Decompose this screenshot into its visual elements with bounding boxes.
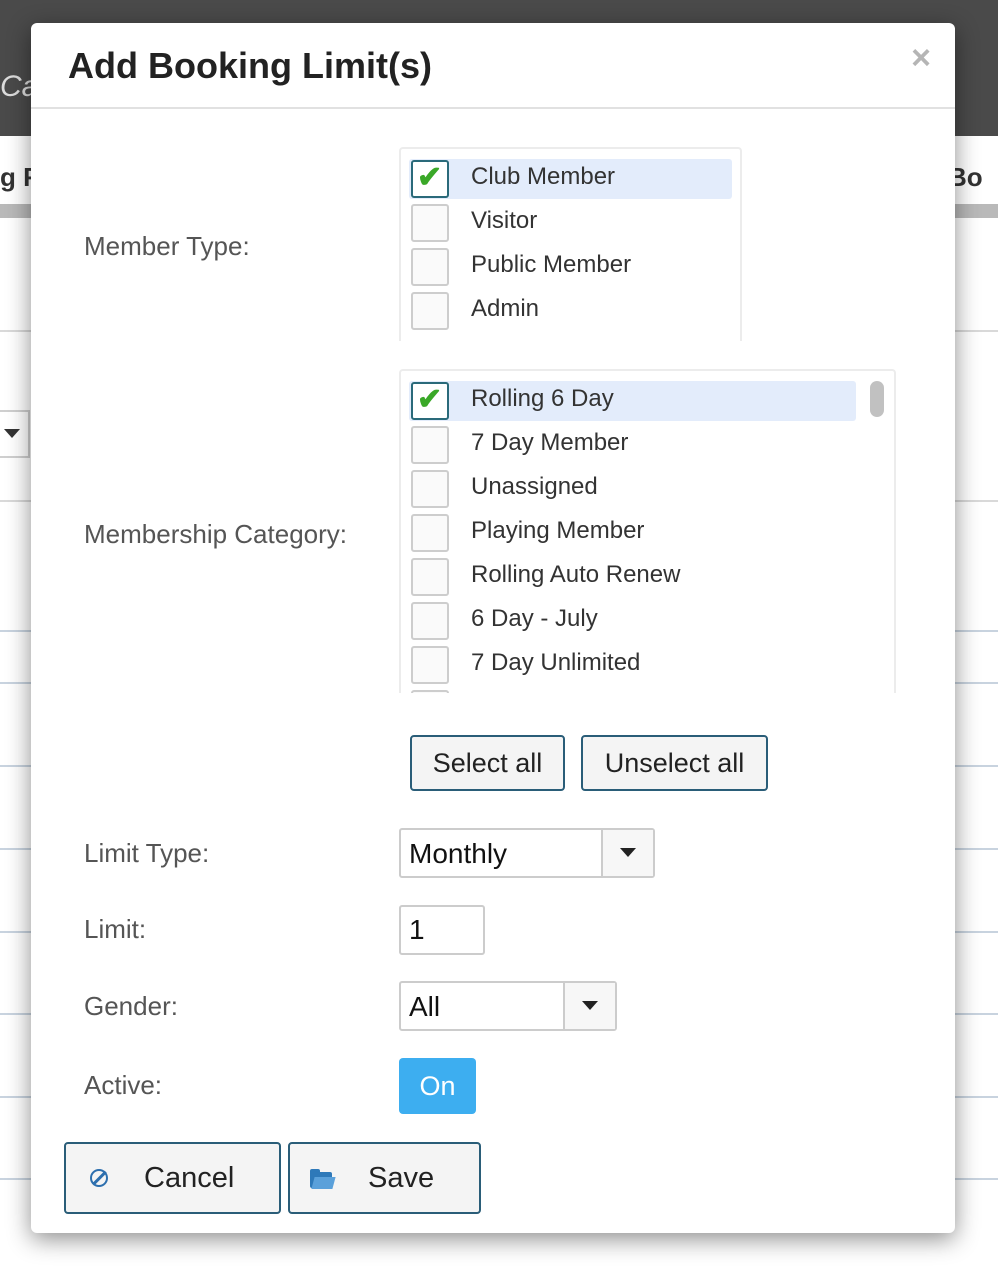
background-row-line bbox=[955, 1178, 998, 1180]
checkbox[interactable] bbox=[411, 690, 449, 693]
checkbox[interactable] bbox=[411, 292, 449, 330]
dialog-header: Add Booking Limit(s) × bbox=[31, 23, 955, 109]
background-row-line bbox=[0, 1096, 31, 1098]
folder-open-icon bbox=[310, 1169, 336, 1189]
membership-category-option[interactable]: Playing Member bbox=[409, 513, 856, 553]
option-label: Public Member bbox=[471, 251, 632, 278]
background-row-line bbox=[0, 1013, 31, 1015]
ban-icon bbox=[90, 1169, 108, 1187]
member-type-option[interactable]: ✔ Club Member bbox=[409, 159, 732, 199]
active-toggle[interactable]: On bbox=[399, 1058, 476, 1114]
gender-select[interactable]: All bbox=[399, 981, 617, 1031]
list-scrollbar[interactable] bbox=[868, 377, 888, 693]
membership-category-option[interactable]: Rolling Auto Renew bbox=[409, 557, 856, 597]
checkbox[interactable] bbox=[411, 602, 449, 640]
option-label: Playing Member bbox=[471, 517, 645, 544]
background-row-line bbox=[0, 682, 31, 684]
background-row-line bbox=[955, 630, 998, 632]
unselect-all-button[interactable]: Unselect all bbox=[581, 735, 768, 791]
save-label: Save bbox=[368, 1162, 435, 1194]
background-row-line bbox=[0, 848, 31, 850]
member-type-option[interactable]: Public Member bbox=[409, 247, 732, 287]
background-tab-underline bbox=[955, 204, 998, 218]
checkbox[interactable] bbox=[411, 558, 449, 596]
limit-label: Limit: bbox=[84, 914, 147, 944]
background-row-line bbox=[0, 630, 31, 632]
select-all-button[interactable]: Select all bbox=[410, 735, 565, 791]
background-divider bbox=[955, 330, 998, 332]
background-row-line bbox=[0, 765, 31, 767]
checkbox[interactable]: ✔ bbox=[411, 160, 449, 198]
chevron-down-icon bbox=[620, 848, 636, 857]
checkbox[interactable]: ✔ bbox=[411, 382, 449, 420]
option-label: Unassigned bbox=[471, 473, 598, 500]
checkbox[interactable] bbox=[411, 248, 449, 286]
background-row-line bbox=[955, 931, 998, 933]
option-label: 6 Day - July bbox=[471, 605, 598, 632]
background-tab-underline bbox=[0, 204, 31, 218]
limit-type-value: Monthly bbox=[409, 838, 508, 869]
checkbox[interactable] bbox=[411, 470, 449, 508]
member-type-list[interactable]: ✔ Club Member Visitor Public Member Admi… bbox=[399, 147, 742, 341]
close-icon[interactable]: × bbox=[904, 41, 938, 75]
background-row-line bbox=[0, 1178, 31, 1180]
gender-label: Gender: bbox=[84, 991, 178, 1021]
background-row-line bbox=[955, 848, 998, 850]
option-label: Visitor bbox=[471, 207, 538, 234]
chevron-down-icon bbox=[582, 1001, 598, 1010]
member-type-label: Member Type: bbox=[84, 231, 250, 261]
membership-category-option[interactable]: 7 Day Member bbox=[409, 425, 856, 465]
background-row-line bbox=[955, 1096, 998, 1098]
option-label: Admin bbox=[471, 295, 540, 322]
checkmark-icon: ✔ bbox=[417, 161, 443, 194]
dialog-title: Add Booking Limit(s) bbox=[68, 45, 432, 86]
background-divider bbox=[0, 500, 31, 502]
scrollbar-thumb[interactable] bbox=[870, 381, 884, 417]
option-label: Rolling Auto Renew bbox=[471, 561, 681, 588]
checkbox[interactable] bbox=[411, 426, 449, 464]
option-label: 7 Day Member bbox=[471, 429, 629, 456]
limit-type-select[interactable]: Monthly bbox=[399, 828, 655, 878]
membership-category-option[interactable]: 6 Day - July bbox=[409, 601, 856, 641]
checkbox[interactable] bbox=[411, 204, 449, 242]
add-booking-limit-dialog: Add Booking Limit(s) × Member Type: ✔ Cl… bbox=[31, 23, 955, 1233]
save-button[interactable]: Save bbox=[288, 1142, 481, 1214]
background-divider bbox=[0, 330, 31, 332]
membership-category-option-partial[interactable] bbox=[409, 689, 856, 693]
background-chevron-down-icon bbox=[4, 429, 20, 438]
background-row-line bbox=[955, 1013, 998, 1015]
background-row-line bbox=[955, 682, 998, 684]
active-label: Active: bbox=[84, 1070, 163, 1100]
membership-category-option[interactable]: 7 Day Unlimited bbox=[409, 645, 856, 685]
limit-input[interactable]: 1 bbox=[399, 905, 485, 955]
checkbox[interactable] bbox=[411, 646, 449, 684]
option-label: Club Member bbox=[471, 163, 616, 190]
option-label: 7 Day Unlimited bbox=[471, 649, 641, 676]
cancel-label: Cancel bbox=[144, 1162, 235, 1194]
dropdown-toggle[interactable] bbox=[563, 983, 615, 1029]
checkmark-icon: ✔ bbox=[417, 383, 443, 416]
member-type-option[interactable]: Visitor bbox=[409, 203, 732, 243]
option-label: Rolling 6 Day bbox=[471, 385, 614, 412]
membership-category-label: Membership Category: bbox=[84, 519, 347, 549]
membership-category-list[interactable]: ✔ Rolling 6 Day 7 Day Member Unassigned … bbox=[399, 369, 896, 693]
background-row-line bbox=[955, 765, 998, 767]
membership-category-option[interactable]: Unassigned bbox=[409, 469, 856, 509]
checkbox[interactable] bbox=[411, 514, 449, 552]
member-type-option[interactable]: Admin bbox=[409, 291, 732, 331]
dropdown-toggle[interactable] bbox=[601, 830, 653, 876]
cancel-button[interactable]: Cancel bbox=[64, 1142, 281, 1214]
gender-value: All bbox=[409, 991, 441, 1022]
limit-type-label: Limit Type: bbox=[84, 838, 210, 868]
membership-category-option[interactable]: ✔ Rolling 6 Day bbox=[409, 381, 856, 421]
background-divider bbox=[955, 500, 998, 502]
background-row-line bbox=[0, 931, 31, 933]
